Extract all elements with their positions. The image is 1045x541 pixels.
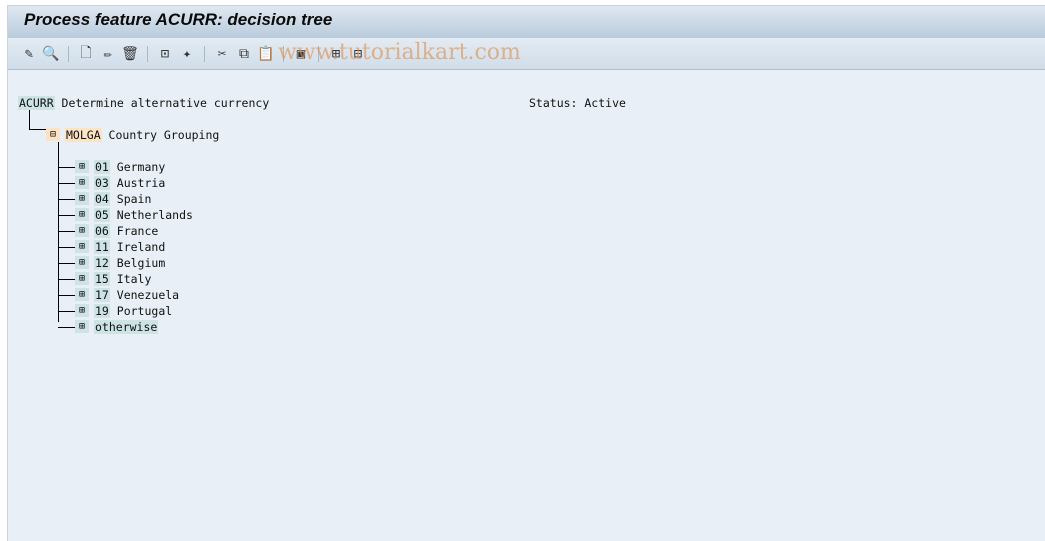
group-key: MOLGA <box>65 128 102 142</box>
toolbar-separator <box>147 45 148 62</box>
folder-open-icon[interactable]: ⊟ <box>46 128 60 141</box>
folder-closed-icon[interactable]: ⊞ <box>75 272 89 285</box>
folder-closed-icon[interactable]: ⊞ <box>75 208 89 221</box>
node-text: Portugal <box>109 304 173 318</box>
delete-icon[interactable]: 🗑 <box>119 43 141 65</box>
tree-node[interactable]: ⊞ 11 Ireland <box>75 240 165 254</box>
status-text: Status: Active <box>529 96 626 110</box>
tree-connector <box>58 311 75 312</box>
edit-icon[interactable]: ✏ <box>97 43 119 65</box>
toolbar-separator <box>318 45 319 62</box>
tree-connector <box>58 247 75 248</box>
node-key: 03 <box>94 176 110 190</box>
node-text: France <box>109 224 159 238</box>
highlight-icon[interactable]: ✦ <box>176 43 198 65</box>
node-text: Austria <box>109 176 166 190</box>
group-text: Country Grouping <box>101 128 220 142</box>
root-text: Determine alternative currency <box>54 96 270 110</box>
tree-node[interactable]: ⊞ 12 Belgium <box>75 256 165 270</box>
node-text: Spain <box>109 192 152 206</box>
node-key: otherwise <box>94 320 159 334</box>
tree-node[interactable]: ⊞ 05 Netherlands <box>75 208 193 222</box>
node-text: Belgium <box>109 256 166 270</box>
display-icon[interactable]: 🔍 <box>40 43 62 65</box>
node-key: 19 <box>94 304 110 318</box>
tree-connector <box>58 263 75 264</box>
decision-tree: ACURR Determine alternative currency Sta… <box>8 71 1045 541</box>
node-key: 11 <box>94 240 110 254</box>
toolbar-separator <box>68 45 69 62</box>
folder-closed-icon[interactable]: ⊞ <box>75 304 89 317</box>
tree-connector <box>58 215 75 216</box>
page-title: Process feature ACURR: decision tree <box>8 6 1045 38</box>
change-icon[interactable]: ✎ <box>18 43 40 65</box>
node-key: 06 <box>94 224 110 238</box>
tree-connector <box>58 183 75 184</box>
node-text: Ireland <box>109 240 166 254</box>
tree-connector <box>58 279 75 280</box>
tree-connector <box>58 295 75 296</box>
toolbar-separator <box>283 45 284 62</box>
tree-connector <box>58 327 75 328</box>
tree-node[interactable]: ⊞ 06 France <box>75 224 158 238</box>
tree-node[interactable]: ⊞ otherwise <box>75 320 159 334</box>
watermark: www.tutorialkart.com <box>278 40 521 65</box>
tree-node[interactable]: ⊞ 19 Portugal <box>75 304 172 318</box>
node-text: Germany <box>109 160 166 174</box>
select-icon[interactable]: ▣ <box>290 43 312 65</box>
node-key: 15 <box>94 272 110 286</box>
folder-closed-icon[interactable]: ⊞ <box>75 192 89 205</box>
tree-connector <box>58 199 75 200</box>
folder-closed-icon[interactable]: ⊞ <box>75 320 89 333</box>
group-node[interactable]: ⊟ MOLGA Country Grouping <box>46 128 219 142</box>
node-text: Venezuela <box>109 288 180 302</box>
tree-node[interactable]: ⊞ 03 Austria <box>75 176 165 190</box>
tree-node[interactable]: ⊞ 15 Italy <box>75 272 151 286</box>
collapse-icon[interactable]: ⊟ <box>347 43 369 65</box>
node-key: 05 <box>94 208 110 222</box>
node-text: Italy <box>109 272 152 286</box>
tree-node[interactable]: ⊞ 17 Venezuela <box>75 288 179 302</box>
folder-closed-icon[interactable]: ⊞ <box>75 288 89 301</box>
create-icon[interactable]: 🗋 <box>75 43 97 65</box>
folder-closed-icon[interactable]: ⊞ <box>75 224 89 237</box>
tree-node[interactable]: ⊞ 01 Germany <box>75 160 165 174</box>
folder-closed-icon[interactable]: ⊞ <box>75 256 89 269</box>
cut-icon[interactable]: ✂ <box>211 43 233 65</box>
window: Process feature ACURR: decision tree www… <box>7 5 1045 541</box>
tree-node[interactable]: ⊞ 04 Spain <box>75 192 151 206</box>
node-key: 17 <box>94 288 110 302</box>
toolbar: www.tutorialkart.com ✎ 🔍 🗋 ✏ 🗑 ⊡ ✦ ✂ ⧉ 📋 ▣ ⊞ ⊟ <box>8 38 1045 70</box>
folder-closed-icon[interactable]: ⊞ <box>75 160 89 173</box>
node-key: 01 <box>94 160 110 174</box>
node-text: Netherlands <box>109 208 193 222</box>
tree-connector <box>58 231 75 232</box>
root-key: ACURR <box>18 96 55 110</box>
node-key: 04 <box>94 192 110 206</box>
toolbar-separator <box>204 45 205 62</box>
folder-closed-icon[interactable]: ⊞ <box>75 176 89 189</box>
expand-icon[interactable]: ⊞ <box>325 43 347 65</box>
tree-connector <box>58 167 75 168</box>
root-node[interactable]: ACURR Determine alternative currency <box>18 96 269 110</box>
folder-closed-icon[interactable]: ⊞ <box>75 240 89 253</box>
node-key: 12 <box>94 256 110 270</box>
structure-icon[interactable]: ⊡ <box>154 43 176 65</box>
paste-icon[interactable]: 📋 <box>255 43 277 65</box>
copy-icon[interactable]: ⧉ <box>233 43 255 65</box>
